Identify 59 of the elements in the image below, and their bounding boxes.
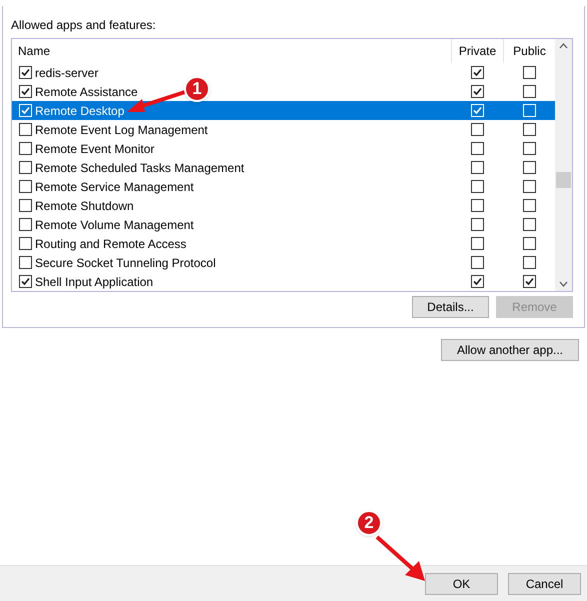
checkbox[interactable] bbox=[522, 85, 536, 98]
app-name: Remote Scheduled Tasks Management bbox=[35, 160, 244, 176]
dialog-button[interactable]: OK bbox=[425, 572, 498, 594]
checkbox[interactable] bbox=[522, 199, 536, 212]
checkbox[interactable] bbox=[19, 275, 32, 288]
column-header[interactable]: Private bbox=[451, 39, 503, 63]
app-name: Remote Service Management bbox=[35, 178, 194, 196]
checkbox[interactable] bbox=[522, 142, 536, 155]
checkbox[interactable] bbox=[522, 256, 536, 269]
app-name: Remote Event Log Management bbox=[35, 122, 208, 138]
checkbox[interactable] bbox=[470, 66, 484, 79]
checkbox[interactable] bbox=[19, 180, 32, 193]
app-name: Secure Socket Tunneling Protocol bbox=[35, 254, 216, 272]
checkbox[interactable] bbox=[522, 123, 536, 136]
checkbox[interactable] bbox=[19, 142, 32, 155]
checkbox[interactable] bbox=[522, 161, 536, 174]
dialog-button[interactable]: Details... bbox=[412, 296, 489, 318]
checkbox[interactable] bbox=[470, 123, 484, 136]
app-name: Remote Volume Management bbox=[35, 216, 194, 234]
checkbox[interactable] bbox=[19, 85, 32, 98]
checkbox[interactable] bbox=[470, 199, 484, 212]
callout-arrow bbox=[375, 535, 427, 583]
checkbox[interactable] bbox=[470, 218, 484, 231]
checkbox[interactable] bbox=[522, 66, 536, 79]
scrollbar[interactable] bbox=[555, 39, 572, 291]
callout-badge: 2 bbox=[356, 510, 382, 536]
checkbox[interactable] bbox=[19, 123, 32, 136]
checkbox[interactable] bbox=[522, 180, 536, 193]
checkbox[interactable] bbox=[470, 161, 484, 174]
callout-badge: 1 bbox=[184, 76, 210, 102]
dialog-button[interactable]: Cancel bbox=[508, 572, 581, 594]
checkbox[interactable] bbox=[19, 66, 32, 79]
app-name: Remote Shutdown bbox=[35, 198, 134, 214]
section-label: Allowed apps and features: bbox=[11, 18, 157, 34]
checkbox[interactable] bbox=[19, 199, 32, 212]
checkbox[interactable] bbox=[470, 142, 484, 155]
checkbox[interactable] bbox=[19, 218, 32, 231]
checkbox[interactable] bbox=[522, 275, 536, 288]
app-name: Remote Desktop bbox=[35, 102, 124, 120]
app-name: redis-server bbox=[35, 64, 98, 82]
allow-another-app-button[interactable]: Allow another app... bbox=[441, 339, 579, 361]
checkbox[interactable] bbox=[470, 256, 484, 269]
column-header[interactable]: Name bbox=[12, 42, 451, 60]
app-name: Remote Event Monitor bbox=[35, 140, 154, 158]
checkbox[interactable] bbox=[522, 218, 536, 231]
app-name: Routing and Remote Access bbox=[35, 236, 186, 252]
scroll-up-icon[interactable] bbox=[559, 43, 568, 49]
checkbox[interactable] bbox=[19, 161, 32, 174]
scroll-down-icon[interactable] bbox=[559, 281, 568, 287]
checkbox[interactable] bbox=[19, 256, 32, 269]
checkbox[interactable] bbox=[470, 275, 484, 288]
checkbox[interactable] bbox=[470, 180, 484, 193]
app-name: Remote Assistance bbox=[35, 84, 138, 100]
app-name: Shell Input Application bbox=[35, 274, 154, 290]
checkbox[interactable] bbox=[470, 237, 484, 250]
checkbox[interactable] bbox=[470, 85, 484, 98]
checkbox[interactable] bbox=[522, 237, 536, 250]
checkbox[interactable] bbox=[19, 237, 32, 250]
scroll-thumb[interactable] bbox=[556, 172, 571, 188]
